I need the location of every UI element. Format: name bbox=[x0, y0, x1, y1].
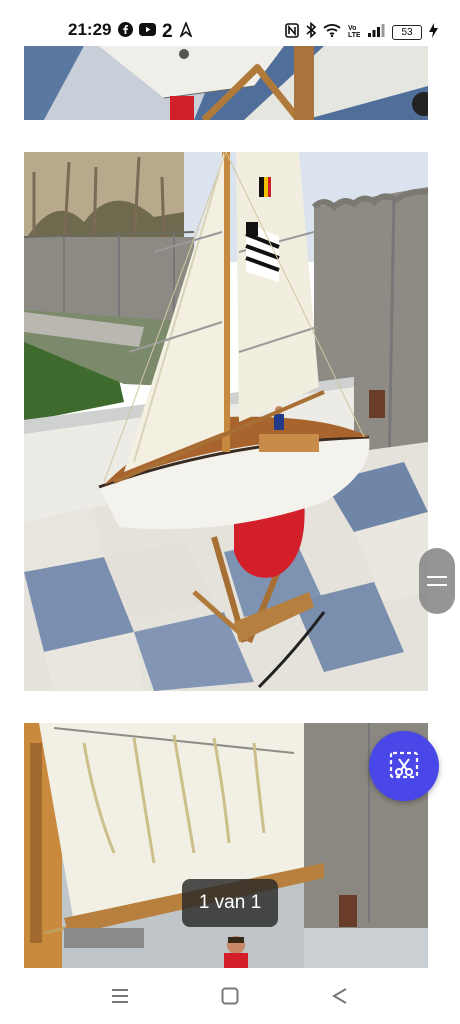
page-indicator: 1 van 1 bbox=[182, 879, 278, 927]
svg-text:Vo: Vo bbox=[348, 25, 356, 32]
sailboat-photo-sail-detail[interactable] bbox=[24, 723, 428, 968]
side-drag-handle[interactable] bbox=[419, 548, 455, 614]
status-time: 21:29 bbox=[68, 20, 112, 39]
screenshot-crop-button[interactable] bbox=[369, 731, 439, 801]
charging-icon bbox=[429, 22, 438, 43]
facebook-icon bbox=[118, 22, 133, 42]
location-arrow-icon bbox=[178, 20, 193, 42]
sailboat-photo-top[interactable] bbox=[24, 46, 428, 120]
navigation-bar bbox=[0, 968, 460, 1024]
volte-icon: Vo LTE bbox=[348, 23, 361, 43]
svg-text:LTE: LTE bbox=[348, 32, 360, 38]
home-icon[interactable] bbox=[220, 986, 240, 1011]
notification-count-badge: 2 bbox=[162, 21, 173, 42]
bluetooth-icon bbox=[306, 21, 317, 43]
back-icon[interactable] bbox=[330, 986, 350, 1011]
sailboat-photo-main[interactable] bbox=[24, 152, 428, 691]
signal-icon bbox=[367, 23, 385, 42]
screenshot-crop-icon bbox=[388, 750, 420, 787]
status-bar: 21:29 2 Vo LTE 53 bbox=[0, 0, 460, 44]
nfc-icon bbox=[285, 22, 299, 43]
youtube-icon bbox=[139, 23, 156, 41]
wifi-icon bbox=[323, 23, 341, 42]
battery-icon: 53 bbox=[392, 25, 422, 40]
menu-icon[interactable] bbox=[110, 987, 130, 1010]
